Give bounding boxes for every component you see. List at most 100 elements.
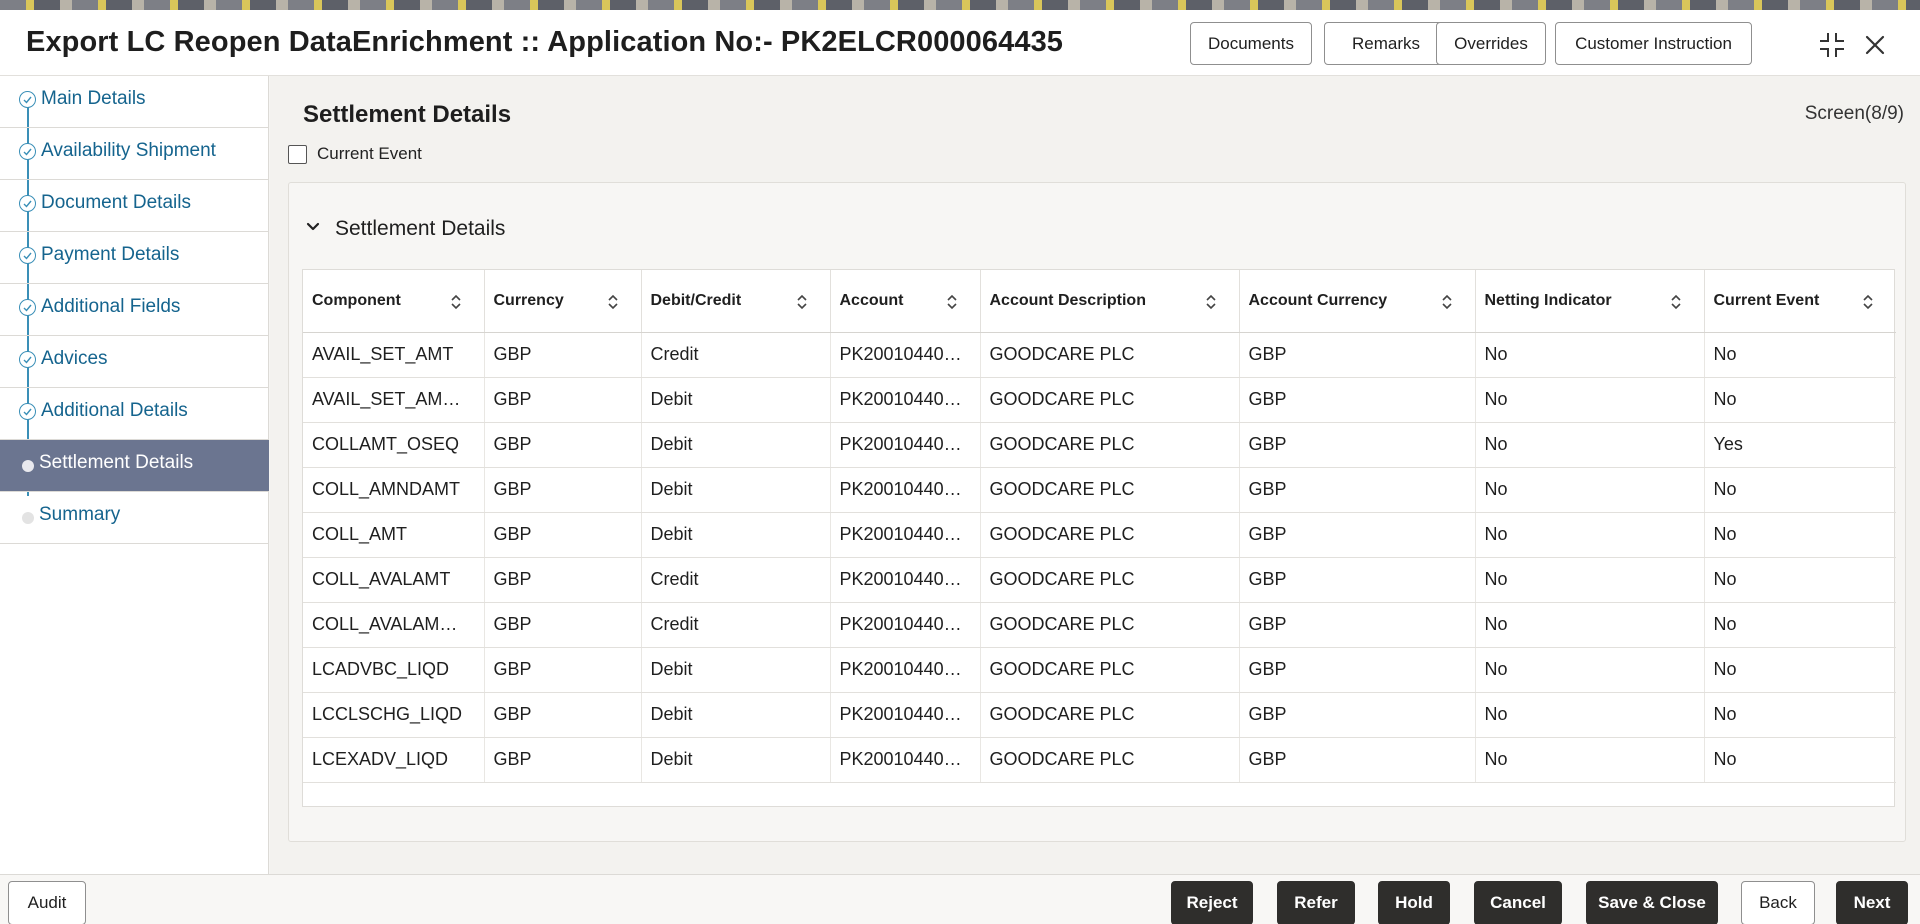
sidebar-item-availability-shipment[interactable]: Availability Shipment [0,128,269,180]
section-toggle[interactable]: Settlement Details [305,217,505,241]
cell-debit-credit: Credit [641,557,830,602]
cell-component: LCEXADV_LIQD [303,737,484,782]
cell-account-description: GOODCARE PLC [980,377,1239,422]
sidebar-item-payment-details[interactable]: Payment Details [0,232,269,284]
column-header-netting-indicator[interactable]: Netting Indicator [1475,270,1704,332]
cell-debit-credit: Debit [641,377,830,422]
table-row[interactable]: COLLAMT_OSEQ GBP Debit PK20010440… GOODC… [303,422,1896,467]
hold-button[interactable]: Hold [1378,881,1450,924]
sort-icon[interactable] [607,294,619,315]
sidebar-item-label: Advices [41,348,108,370]
cell-account: PK20010440… [830,377,980,422]
chevron-down-icon[interactable] [305,219,321,240]
overrides-button[interactable]: Overrides [1436,22,1546,65]
settlement-table: Component Currency Debit/Credit Account … [303,270,1896,783]
sidebar-item-label: Additional Fields [41,296,180,318]
sidebar-item-advices[interactable]: Advices [0,336,269,388]
sidebar-item-document-details[interactable]: Document Details [0,180,269,232]
cell-current-event: No [1704,737,1896,782]
action-footer: Audit Reject Refer Hold Cancel Save & Cl… [0,874,1920,924]
cell-account-description: GOODCARE PLC [980,512,1239,557]
cell-component: COLLAMT_OSEQ [303,422,484,467]
sort-icon[interactable] [450,294,462,315]
reject-button[interactable]: Reject [1171,881,1253,924]
window-title: Export LC Reopen DataEnrichment :: Appli… [26,26,1063,59]
sidebar-item-main-details[interactable]: Main Details [0,76,269,128]
cell-currency: GBP [484,512,641,557]
cell-debit-credit: Debit [641,422,830,467]
column-header-component[interactable]: Component [303,270,484,332]
cell-account: PK20010440… [830,422,980,467]
cell-account-description: GOODCARE PLC [980,332,1239,377]
cancel-button[interactable]: Cancel [1474,881,1562,924]
cell-netting-indicator: No [1475,737,1704,782]
sidebar-item-label: Additional Details [41,400,188,422]
column-header-current-event[interactable]: Current Event [1704,270,1896,332]
screen-indicator: Screen(8/9) [1805,103,1904,125]
table-row[interactable]: COLL_AMT GBP Debit PK20010440… GOODCARE … [303,512,1896,557]
audit-button[interactable]: Audit [8,881,86,924]
cell-netting-indicator: No [1475,602,1704,647]
cell-account-description: GOODCARE PLC [980,737,1239,782]
sidebar-item-additional-fields[interactable]: Additional Fields [0,284,269,336]
cell-netting-indicator: No [1475,557,1704,602]
table-header-row: Component Currency Debit/Credit Account … [303,270,1896,332]
sort-icon[interactable] [1205,294,1217,315]
checkbox-box[interactable] [288,145,307,164]
cell-account: PK20010440… [830,692,980,737]
table-row[interactable]: AVAIL_SET_AM… GBP Debit PK20010440… GOOD… [303,377,1896,422]
table-row[interactable]: LCEXADV_LIQD GBP Debit PK20010440… GOODC… [303,737,1896,782]
current-step-icon [22,460,34,472]
cell-account-description: GOODCARE PLC [980,647,1239,692]
sort-icon[interactable] [796,294,808,315]
sidebar-item-summary[interactable]: Summary [0,492,269,544]
column-header-account-currency[interactable]: Account Currency [1239,270,1475,332]
table-row[interactable]: LCCLSCHG_LIQD GBP Debit PK20010440… GOOD… [303,692,1896,737]
back-button[interactable]: Back [1741,881,1815,924]
save-close-button[interactable]: Save & Close [1586,881,1718,924]
settlement-details-panel: Settlement Details [288,182,1906,842]
table-row[interactable]: COLL_AMNDAMT GBP Debit PK20010440… GOODC… [303,467,1896,512]
column-header-currency[interactable]: Currency [484,270,641,332]
sort-icon[interactable] [1862,294,1874,315]
cell-current-event: No [1704,467,1896,512]
current-event-checkbox[interactable]: Current Event [288,142,422,166]
column-header-debit-credit[interactable]: Debit/Credit [641,270,830,332]
table-row[interactable]: COLL_AVALAMT GBP Credit PK20010440… GOOD… [303,557,1896,602]
sidebar-item-additional-details[interactable]: Additional Details [0,388,269,440]
sort-icon[interactable] [1441,294,1453,315]
refer-button[interactable]: Refer [1277,881,1355,924]
table-row[interactable]: AVAIL_SET_AMT GBP Credit PK20010440… GOO… [303,332,1896,377]
customer-instruction-button[interactable]: Customer Instruction [1555,22,1752,65]
collapse-icon[interactable] [1815,28,1849,62]
cell-currency: GBP [484,692,641,737]
cell-account-currency: GBP [1239,332,1475,377]
cell-account-currency: GBP [1239,467,1475,512]
table-row[interactable]: COLL_AVALAM… GBP Credit PK20010440… GOOD… [303,602,1896,647]
cell-debit-credit: Credit [641,332,830,377]
check-icon [19,351,36,368]
sidebar-item-settlement-details[interactable]: Settlement Details [0,440,269,492]
next-button[interactable]: Next [1836,881,1908,924]
cell-component: COLL_AVALAM… [303,602,484,647]
sort-icon[interactable] [946,294,958,315]
close-icon[interactable] [1858,28,1892,62]
cell-netting-indicator: No [1475,512,1704,557]
documents-button[interactable]: Documents [1190,22,1312,65]
check-icon [19,403,36,420]
wizard-sidebar: Main Details Availability Shipment Docum… [0,76,269,884]
column-header-label: Debit/Credit [651,292,742,309]
current-event-label: Current Event [317,144,422,164]
cell-currency: GBP [484,377,641,422]
table-row[interactable]: LCADVBC_LIQD GBP Debit PK20010440… GOODC… [303,647,1896,692]
column-header-account[interactable]: Account [830,270,980,332]
column-header-label: Account Description [990,292,1146,309]
sort-icon[interactable] [1670,294,1682,315]
column-header-account-description[interactable]: Account Description [980,270,1239,332]
cell-debit-credit: Debit [641,512,830,557]
remarks-button[interactable]: Remarks [1324,22,1448,65]
cell-current-event: No [1704,332,1896,377]
cell-debit-credit: Debit [641,737,830,782]
cell-account: PK20010440… [830,512,980,557]
cell-current-event: No [1704,377,1896,422]
